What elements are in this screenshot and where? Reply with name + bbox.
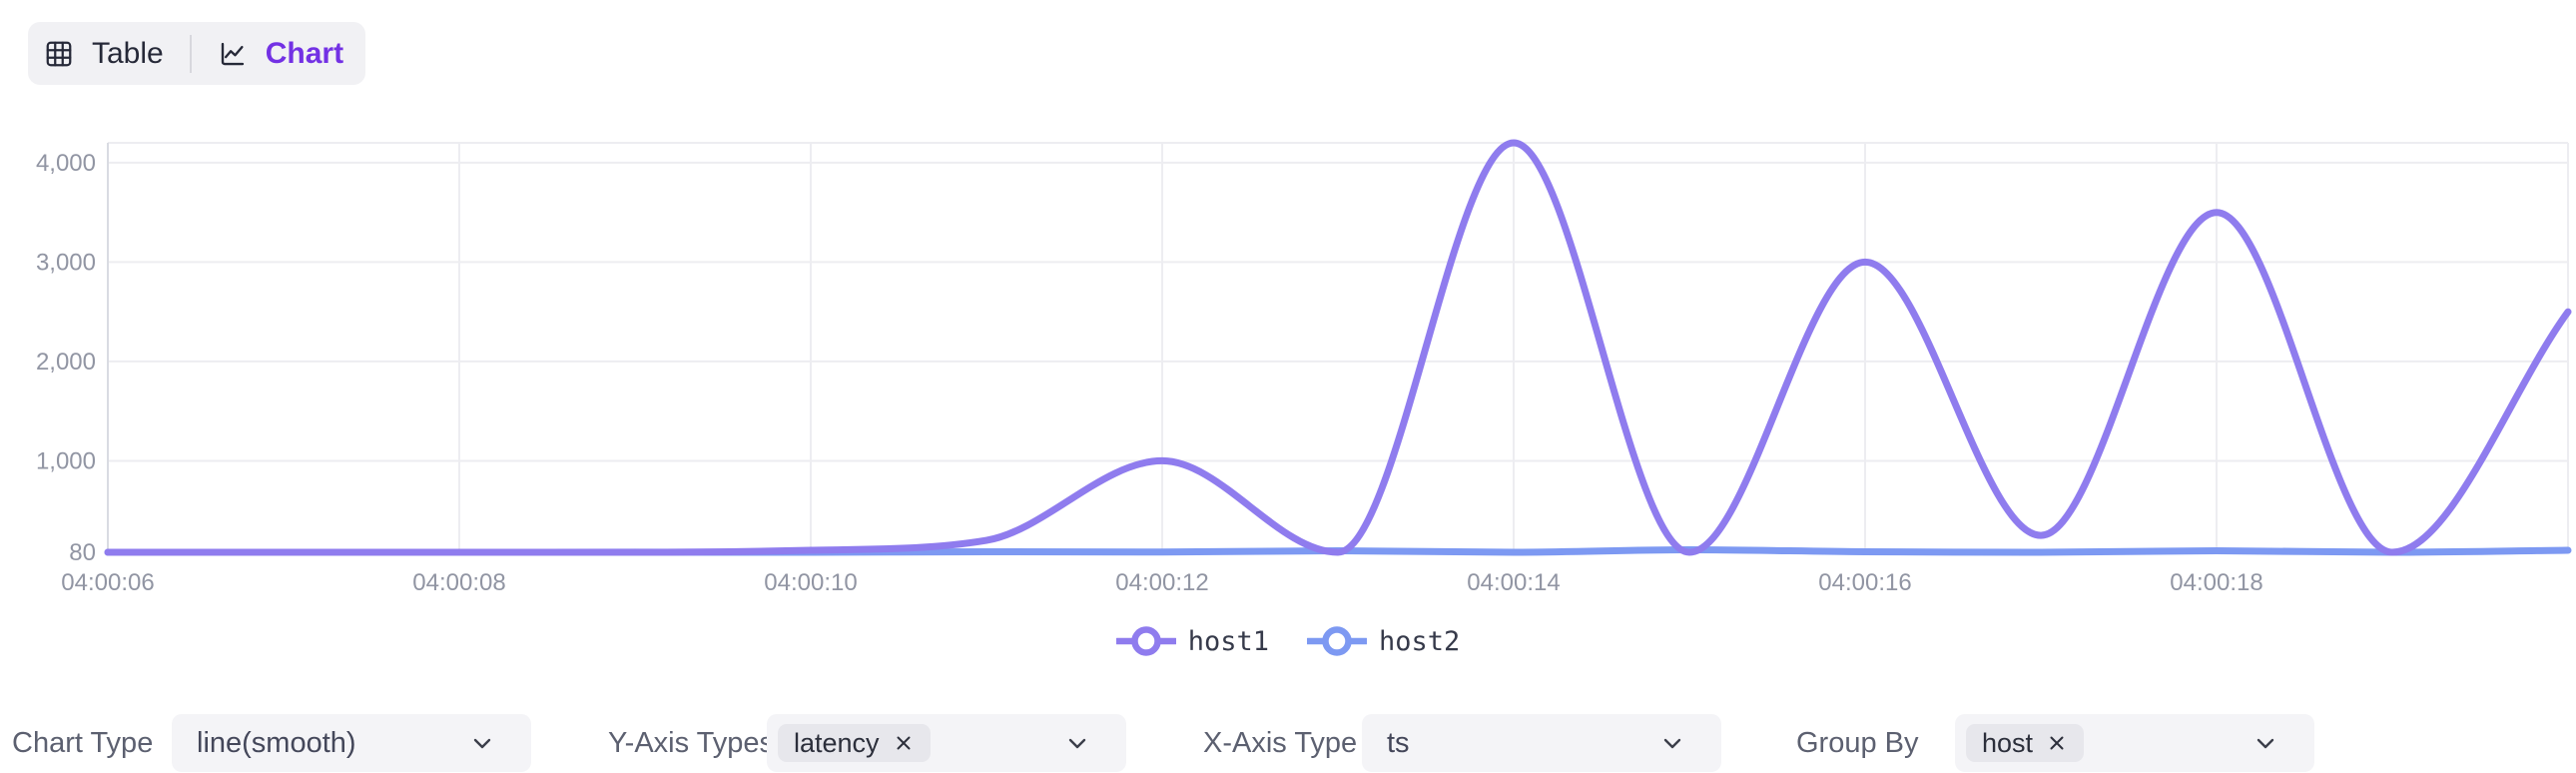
legend-marker-icon xyxy=(1307,624,1367,658)
close-icon[interactable] xyxy=(2046,732,2068,754)
y-tick-label: 4,000 xyxy=(36,150,96,177)
x-tick-label: 04:00:08 xyxy=(412,569,505,596)
x-axis-type-label: X-Axis Type xyxy=(1203,727,1357,760)
latency-chip[interactable]: latency xyxy=(778,724,931,762)
legend-item-host2[interactable]: host2 xyxy=(1307,624,1460,658)
legend-label: host1 xyxy=(1188,626,1269,657)
x-tick-label: 04:00:14 xyxy=(1467,569,1560,596)
chart-type-label: Chart Type xyxy=(12,727,153,760)
chevron-down-icon xyxy=(2251,728,2280,763)
y-tick-label: 1,000 xyxy=(36,447,96,474)
legend-item-host1[interactable]: host1 xyxy=(1116,624,1269,658)
x-tick-label: 04:00:16 xyxy=(1818,569,1911,596)
chevron-down-icon xyxy=(1062,728,1092,763)
y-tick-label: 80 xyxy=(69,539,96,566)
x-tick-label: 04:00:10 xyxy=(764,569,857,596)
host-chip[interactable]: host xyxy=(1966,724,2084,762)
legend-label: host2 xyxy=(1379,626,1460,657)
x-axis-type-select[interactable]: ts xyxy=(1362,714,1721,772)
chart-type-select[interactable]: line(smooth) xyxy=(172,714,531,772)
x-axis-type-value: ts xyxy=(1387,727,1410,760)
group-by-select[interactable]: host xyxy=(1955,714,2314,772)
host-chip-label: host xyxy=(1982,728,2033,759)
chevron-down-icon xyxy=(1657,728,1687,763)
x-tick-label: 04:00:18 xyxy=(2170,569,2262,596)
y-tick-label: 2,000 xyxy=(36,349,96,376)
close-icon[interactable] xyxy=(893,732,915,754)
y-axis-types-label: Y-Axis Types xyxy=(608,727,774,760)
latency-chip-label: latency xyxy=(794,728,880,759)
chart-type-value: line(smooth) xyxy=(197,727,356,760)
chart-panel: Table Chart 801,0002,0003,0004,00004:00:… xyxy=(0,0,2576,773)
y-axis-types-select[interactable]: latency xyxy=(767,714,1126,772)
group-by-label: Group By xyxy=(1796,727,1919,760)
x-tick-label: 04:00:06 xyxy=(61,569,154,596)
legend-marker-icon xyxy=(1116,624,1176,658)
series-line-host1 xyxy=(108,143,2568,552)
chevron-down-icon xyxy=(467,728,497,763)
chart-plot[interactable]: 80 1,000 2,000 3,000 4,000 04:00:06 04:00:08 04… xyxy=(0,0,2576,614)
chart-legend: host1 host2 xyxy=(0,619,2576,663)
x-tick-label: 04:00:12 xyxy=(1115,569,1208,596)
y-tick-label: 3,000 xyxy=(36,249,96,276)
